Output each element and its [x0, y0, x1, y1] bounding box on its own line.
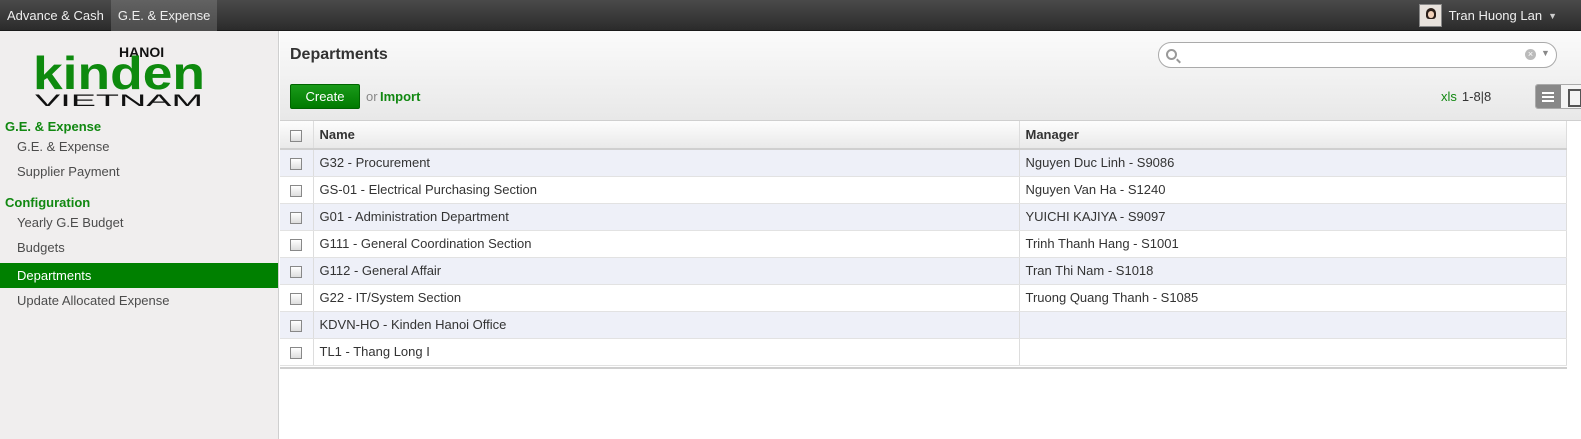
select-all-cell — [280, 121, 314, 150]
table-row[interactable]: GS-01 - Electrical Purchasing Section Ng… — [280, 176, 1567, 204]
table-row[interactable]: KDVN-HO - Kinden Hanoi Office — [280, 311, 1567, 339]
section-configuration: Configuration — [5, 195, 91, 210]
table-row[interactable]: G111 - General Coordination Section Trin… — [280, 230, 1567, 258]
user-menu[interactable]: Tran Huong Lan ▼ — [1418, 0, 1557, 31]
avatar — [1418, 4, 1442, 27]
user-name: Tran Huong Lan — [1448, 8, 1543, 23]
cell-manager[interactable]: Trinh Thanh Hang - S1001 — [1019, 230, 1567, 258]
sidebar-item-budgets[interactable]: Budgets — [0, 235, 278, 260]
row-select-cell — [280, 338, 314, 366]
row-checkbox[interactable] — [290, 346, 302, 359]
table-row[interactable]: G01 - Administration Department YUICHI K… — [280, 203, 1567, 231]
svg-text:VIETNAM: VIETNAM — [35, 91, 203, 107]
select-all-checkbox[interactable] — [290, 129, 302, 142]
sidebar-item-update-allocated-expense[interactable]: Update Allocated Expense — [0, 288, 278, 313]
clear-icon[interactable]: × — [1525, 49, 1536, 60]
import-link[interactable]: Import — [380, 89, 420, 104]
table-row[interactable]: G32 - Procurement Nguyen Duc Linh - S908… — [280, 149, 1567, 177]
list-view-icon[interactable] — [1536, 85, 1561, 108]
search-input[interactable] — [1183, 46, 1523, 64]
row-select-cell — [280, 230, 314, 258]
cell-name[interactable]: TL1 - Thang Long I — [313, 338, 1020, 366]
cell-manager[interactable]: Nguyen Van Ha - S1240 — [1019, 176, 1567, 204]
row-select-cell — [280, 203, 314, 231]
row-select-cell — [280, 176, 314, 204]
view-switcher — [1535, 84, 1581, 109]
section-ge-expense: G.E. & Expense — [5, 119, 102, 134]
table-row[interactable]: TL1 - Thang Long I — [280, 338, 1567, 366]
create-button[interactable]: Create — [290, 84, 360, 109]
row-select-cell — [280, 284, 314, 312]
search-options-icon[interactable]: ▼ — [1541, 48, 1550, 58]
cell-name[interactable]: G32 - Procurement — [313, 149, 1020, 177]
sidebar-item-departments[interactable]: Departments — [0, 263, 278, 288]
cell-manager[interactable] — [1019, 338, 1567, 366]
cell-manager[interactable]: YUICHI KAJIYA - S9097 — [1019, 203, 1567, 231]
cell-manager[interactable]: Truong Quang Thanh - S1085 — [1019, 284, 1567, 312]
cell-name[interactable]: G22 - IT/System Section — [313, 284, 1020, 312]
top-bar: Advance & Cash G.E. & Expense Tran Huong… — [0, 0, 1581, 31]
top-menu: Advance & Cash G.E. & Expense — [0, 0, 1581, 31]
or-label: or — [366, 89, 378, 104]
departments-table: Name Manager G32 - Procurement Nguyen Du… — [280, 121, 1567, 366]
page-title: Departments — [290, 46, 388, 63]
row-select-cell — [280, 257, 314, 285]
cell-name[interactable]: G111 - General Coordination Section — [313, 230, 1020, 258]
cell-name[interactable]: G01 - Administration Department — [313, 203, 1020, 231]
sidebar-item-ge-expense[interactable]: G.E. & Expense — [0, 134, 278, 159]
row-checkbox[interactable] — [290, 211, 302, 224]
table-footer-divider — [280, 367, 1567, 370]
row-select-cell — [280, 149, 314, 177]
row-checkbox[interactable] — [290, 238, 302, 251]
cell-manager[interactable]: Nguyen Duc Linh - S9086 — [1019, 149, 1567, 177]
row-select-cell — [280, 311, 314, 339]
main-content: Departments × ▼ Create or Import xls 1-8|… — [280, 31, 1581, 439]
search-icon — [1166, 49, 1177, 60]
company-logo: HANOI kinden VIETNAM — [33, 44, 205, 107]
table-header-row: Name Manager — [280, 121, 1567, 150]
top-menu-advance-cash[interactable]: Advance & Cash — [0, 0, 111, 31]
cell-name[interactable]: KDVN-HO - Kinden Hanoi Office — [313, 311, 1020, 339]
form-view-icon[interactable] — [1561, 85, 1581, 108]
sidebar-item-yearly-budget[interactable]: Yearly G.E Budget — [0, 210, 278, 235]
pager: xls 1-8|8 — [1441, 89, 1491, 104]
cell-manager[interactable]: Tran Thi Nam - S1018 — [1019, 257, 1567, 285]
cell-manager[interactable] — [1019, 311, 1567, 339]
top-menu-ge-expense[interactable]: G.E. & Expense — [110, 0, 218, 31]
row-checkbox[interactable] — [290, 157, 302, 170]
sidebar-item-supplier-payment[interactable]: Supplier Payment — [0, 159, 278, 184]
cell-name[interactable]: GS-01 - Electrical Purchasing Section — [313, 176, 1020, 204]
cell-name[interactable]: G112 - General Affair — [313, 257, 1020, 285]
export-xls-link[interactable]: xls — [1441, 89, 1457, 104]
row-checkbox[interactable] — [290, 319, 302, 332]
sidebar: HANOI kinden VIETNAM G.E. & Expense G.E.… — [0, 31, 279, 439]
row-checkbox[interactable] — [290, 265, 302, 278]
row-checkbox[interactable] — [290, 184, 302, 197]
table-row[interactable]: G22 - IT/System Section Truong Quang Tha… — [280, 284, 1567, 312]
chevron-down-icon: ▼ — [1548, 10, 1557, 21]
view-header: Departments × ▼ Create or Import xls 1-8|… — [280, 31, 1581, 121]
column-header-manager[interactable]: Manager — [1019, 121, 1567, 150]
column-header-name[interactable]: Name — [313, 121, 1020, 150]
search-box[interactable]: × ▼ — [1158, 42, 1557, 68]
row-checkbox[interactable] — [290, 292, 302, 305]
table-row[interactable]: G112 - General Affair Tran Thi Nam - S10… — [280, 257, 1567, 285]
pager-value[interactable]: 1-8|8 — [1462, 89, 1491, 104]
